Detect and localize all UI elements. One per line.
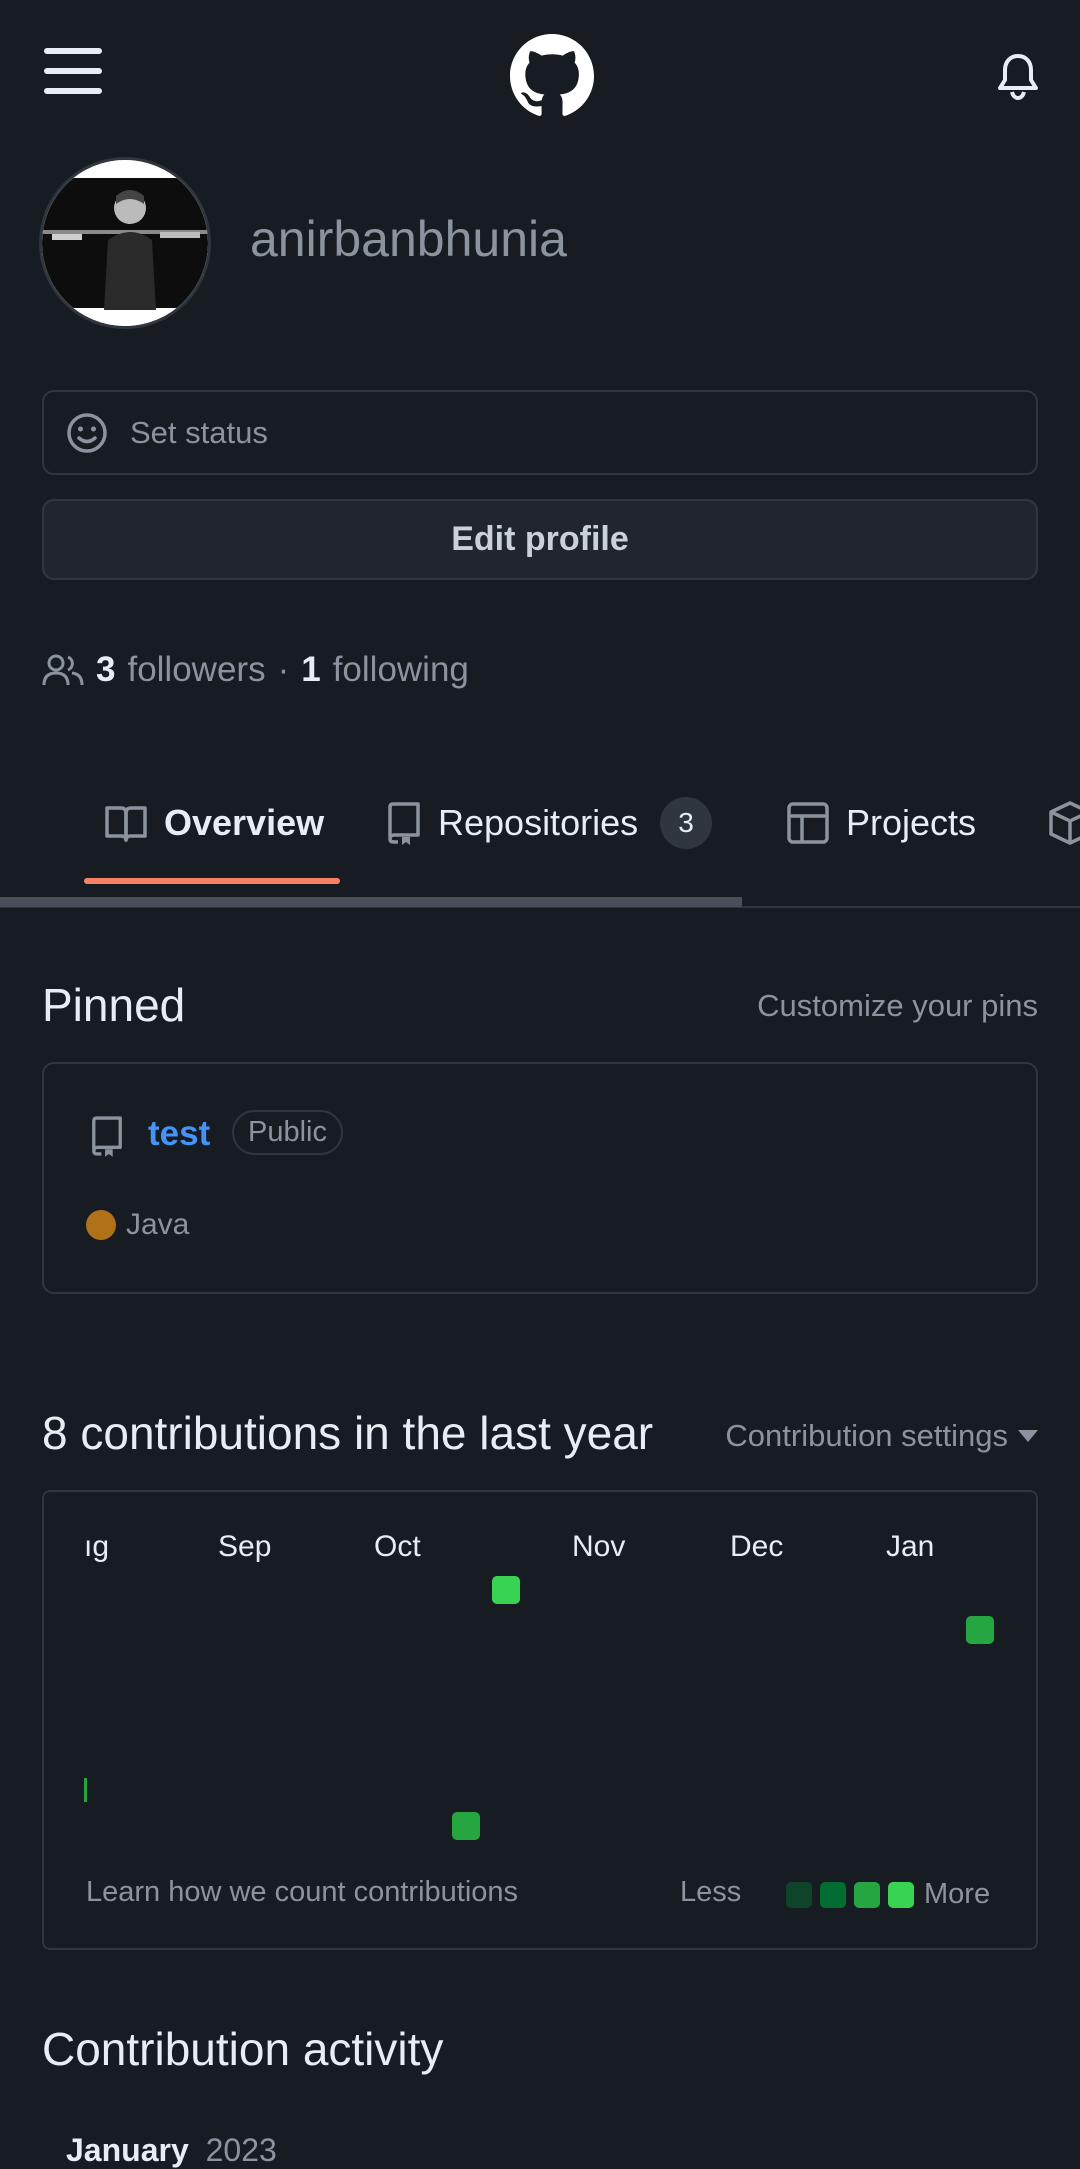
visibility-badge: Public	[232, 1110, 343, 1155]
tab-projects-label: Projects	[846, 801, 977, 843]
status-placeholder: Set status	[130, 414, 268, 450]
legend-square	[854, 1881, 880, 1908]
legend-more-label: More	[924, 1878, 991, 1910]
month-label: Jan	[886, 1530, 935, 1563]
profile-tabs: Overview Repositories 3 Projects	[0, 770, 1080, 890]
contributions-heading: 8 contributions in the last year	[42, 1407, 654, 1459]
month-label: Dec	[730, 1530, 784, 1563]
tab-overview-label: Overview	[164, 801, 325, 843]
contribution-activity-heading: Contribution activity	[42, 2023, 444, 2075]
activity-year: 2023	[205, 2132, 277, 2168]
followers-row: 3 followers · 1 following	[42, 645, 469, 695]
following-label[interactable]: following	[333, 650, 469, 690]
tab-packages[interactable]	[1048, 770, 1080, 875]
legend-square	[820, 1881, 846, 1908]
repo-language: Java	[126, 1208, 190, 1241]
caret-down-icon	[1018, 1430, 1038, 1442]
set-status-button[interactable]: Set status	[42, 390, 1038, 475]
pinned-repo-card: test Public Java	[42, 1062, 1038, 1294]
customize-pins-link[interactable]: Customize your pins	[757, 988, 1038, 1024]
followers-label[interactable]: followers	[127, 650, 265, 690]
month-label: Sep	[218, 1530, 272, 1563]
legend-square	[786, 1881, 812, 1908]
activity-month-header: January 2023	[66, 2132, 277, 2169]
following-count[interactable]: 1	[301, 650, 320, 690]
bell-icon[interactable]	[996, 52, 1040, 100]
contribution-cell[interactable]	[84, 1778, 87, 1802]
separator: ·	[277, 650, 290, 689]
pinned-heading: Pinned	[42, 979, 186, 1031]
contribution-cell[interactable]	[452, 1812, 480, 1840]
tab-projects[interactable]: Projects	[786, 770, 976, 875]
package-icon	[1048, 800, 1080, 846]
tab-repositories-label: Repositories	[438, 801, 639, 843]
repositories-counter: 3	[660, 796, 713, 849]
top-bar	[0, 0, 1080, 150]
tab-repositories[interactable]: Repositories 3	[386, 770, 713, 875]
activity-month: January	[66, 2132, 189, 2168]
learn-contributions-link[interactable]: Learn how we count contributions	[86, 1876, 518, 1909]
contribution-cell[interactable]	[492, 1576, 520, 1604]
edit-profile-button[interactable]: Edit profile	[42, 499, 1038, 580]
avatar[interactable]	[42, 160, 208, 326]
month-label: ıg	[84, 1530, 110, 1563]
contribution-legend: More	[786, 1878, 990, 1911]
people-icon	[42, 653, 84, 687]
hamburger-icon[interactable]	[44, 46, 102, 96]
smiley-icon	[66, 412, 108, 454]
tab-overview[interactable]: Overview	[104, 770, 324, 875]
repo-icon	[386, 801, 422, 845]
repo-icon	[90, 1114, 124, 1158]
contribution-settings-dropdown[interactable]: Contribution settings	[725, 1418, 1038, 1454]
github-logo-icon[interactable]	[510, 34, 594, 118]
language-color-dot	[86, 1210, 116, 1240]
tabs-scrollbar[interactable]	[0, 897, 742, 907]
contribution-graph: ıg Sep Oct Nov Dec Jan Learn how we coun…	[42, 1490, 1038, 1950]
username: anirbanbhunia	[250, 211, 567, 267]
table-icon	[786, 801, 830, 845]
month-label: Nov	[572, 1530, 626, 1563]
followers-count[interactable]: 3	[96, 650, 115, 690]
contribution-settings-label: Contribution settings	[725, 1418, 1008, 1453]
active-tab-indicator	[84, 878, 340, 884]
contribution-cell[interactable]	[966, 1616, 994, 1644]
legend-less-label: Less	[680, 1876, 742, 1908]
repo-name-link[interactable]: test	[148, 1114, 210, 1154]
month-label: Oct	[374, 1530, 421, 1563]
legend-square	[888, 1881, 914, 1908]
book-icon	[104, 803, 148, 843]
